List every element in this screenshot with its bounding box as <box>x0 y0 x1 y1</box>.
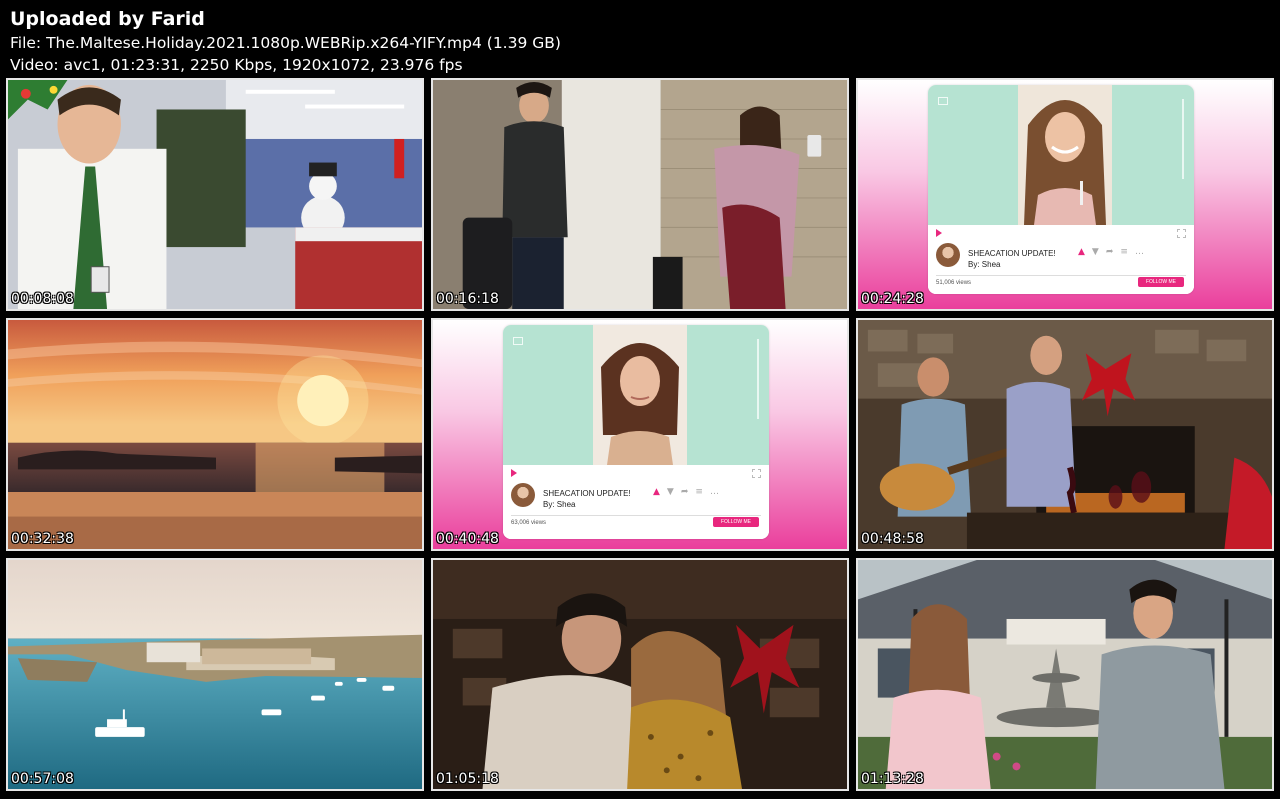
view-count: 63,006 views <box>511 520 547 526</box>
vlog-video-area <box>503 325 769 465</box>
vlogger-portrait <box>593 325 687 465</box>
play-icon <box>511 469 517 477</box>
timestamp: 00:32:38 <box>11 531 74 547</box>
vlog-byline: By: Shea <box>968 260 1001 269</box>
timestamp: 01:13:28 <box>861 771 924 787</box>
thumbnail-5[interactable]: SHEACATION UPDATE! By: Shea ▲▼➦≡… 63,006… <box>431 318 849 551</box>
thumbnail-1[interactable]: 00:08:08 <box>6 78 424 311</box>
timestamp: 01:05:18 <box>436 771 499 787</box>
playlist-icon: ≡ <box>695 487 710 497</box>
fullscreen-icon <box>752 469 761 478</box>
view-count: 51,006 views <box>936 280 972 286</box>
uploader-title: Uploaded by Farid <box>10 8 205 30</box>
screen-icon <box>938 97 948 105</box>
scene-office-reception <box>8 80 422 309</box>
fullscreen-icon <box>1177 229 1186 238</box>
contact-sheet-header: Uploaded by Farid File: The.Maltese.Holi… <box>10 6 1270 76</box>
thumbnail-3[interactable]: SHEACATION UPDATE! By: Shea ▲▼➦≡… 51,006… <box>856 78 1274 311</box>
vlog-card: SHEACATION UPDATE! By: Shea ▲▼➦≡… 51,006… <box>928 85 1194 294</box>
thumbnail-4[interactable]: 00:32:38 <box>6 318 424 551</box>
scene-embrace-fireplace <box>433 560 847 789</box>
play-icon <box>936 229 942 237</box>
more-icon: … <box>1134 247 1151 257</box>
vlog-card: SHEACATION UPDATE! By: Shea ▲▼➦≡… 63,006… <box>503 325 769 539</box>
vlog-title: SHEACATION UPDATE! <box>968 249 1056 258</box>
file-info: File: The.Maltese.Holiday.2021.1080p.WEB… <box>10 34 561 52</box>
vlog-action-icons: ▲▼➦≡… <box>653 487 726 497</box>
thumbnail-8[interactable]: 01:05:18 <box>431 558 849 791</box>
vlog-title: SHEACATION UPDATE! <box>543 489 631 498</box>
follow-button: FOLLOW ME <box>713 517 759 527</box>
vlogger-face <box>1018 85 1112 225</box>
scene-airport-hallway <box>433 80 847 309</box>
scene-mansion-fountain <box>858 560 1272 789</box>
vlog-video-area <box>928 85 1194 225</box>
timestamp: 00:48:58 <box>861 531 924 547</box>
thumbnail-9[interactable]: 01:13:28 <box>856 558 1274 791</box>
vlog-info-panel: SHEACATION UPDATE! By: Shea ▲▼➦≡… 51,006… <box>928 225 1194 294</box>
scene-fireplace-guitar <box>858 320 1272 549</box>
share-icon: ➦ <box>1105 247 1121 257</box>
volume-slider <box>1182 99 1184 179</box>
playlist-icon: ≡ <box>1120 247 1135 257</box>
thumbs-up-icon: ▲ <box>653 487 667 497</box>
avatar <box>511 483 535 507</box>
thumbnail-6[interactable]: 00:48:58 <box>856 318 1274 551</box>
thumbnail-grid: 00:08:08 00:16:18 SHEACATION UPDATE! By:… <box>6 78 1274 791</box>
timestamp: 00:40:48 <box>436 531 499 547</box>
timestamp: 00:08:08 <box>11 291 74 307</box>
thumbs-down-icon: ▼ <box>666 487 681 497</box>
screen-icon <box>513 337 523 345</box>
thumbnail-7[interactable]: 00:57:08 <box>6 558 424 791</box>
divider <box>511 515 761 516</box>
timestamp: 00:57:08 <box>11 771 74 787</box>
vlogger-face <box>593 325 687 465</box>
follow-button: FOLLOW ME <box>1138 277 1184 287</box>
divider <box>936 275 1186 276</box>
share-icon: ➦ <box>680 487 696 497</box>
thumbs-down-icon: ▼ <box>1091 247 1106 257</box>
timestamp: 00:16:18 <box>436 291 499 307</box>
thumbnail-2[interactable]: 00:16:18 <box>431 78 849 311</box>
video-info: Video: avc1, 01:23:31, 2250 Kbps, 1920x1… <box>10 56 463 74</box>
thumbs-up-icon: ▲ <box>1078 247 1092 257</box>
scene-sunset-sea <box>8 320 422 549</box>
vlog-action-icons: ▲▼➦≡… <box>1078 247 1151 257</box>
vlogger-portrait <box>1018 85 1112 225</box>
vlog-byline: By: Shea <box>543 500 576 509</box>
volume-slider <box>757 339 759 419</box>
vlog-info-panel: SHEACATION UPDATE! By: Shea ▲▼➦≡… 63,006… <box>503 465 769 539</box>
more-icon: … <box>709 487 726 497</box>
avatar <box>936 243 960 267</box>
timestamp: 00:24:28 <box>861 291 924 307</box>
scene-coast-aerial <box>8 560 422 789</box>
